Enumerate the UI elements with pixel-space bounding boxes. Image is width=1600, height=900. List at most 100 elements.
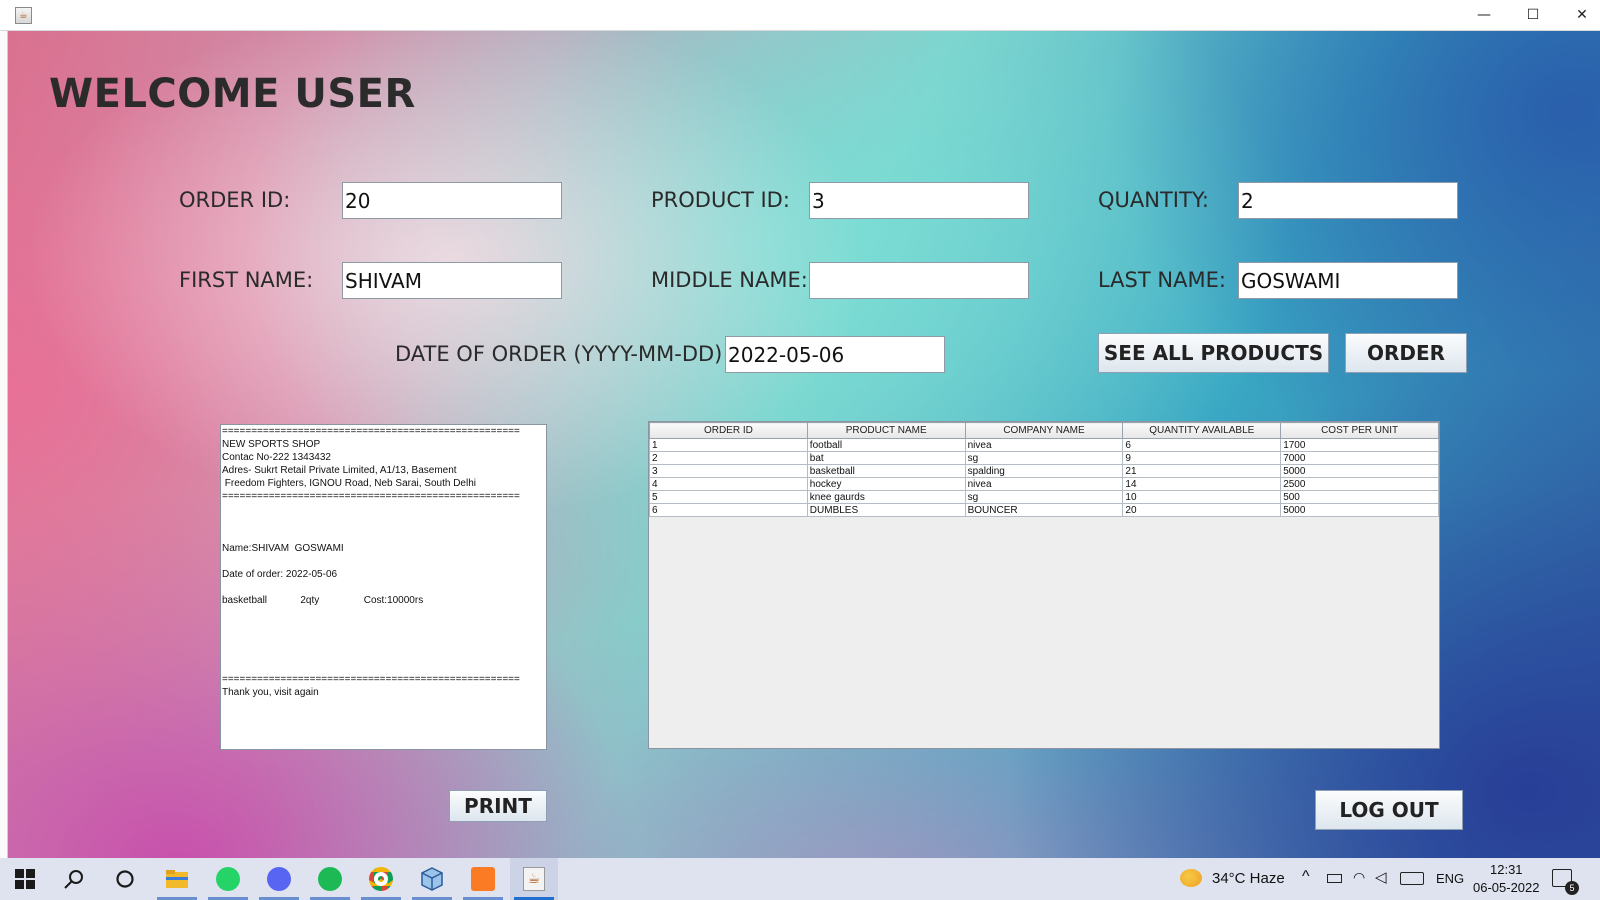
table-cell: nivea [964, 438, 1124, 452]
table-cell: basketball [806, 464, 966, 478]
column-header-quantity-available[interactable]: QUANTITY AVAILABLE [1122, 422, 1282, 439]
order-id-input[interactable] [342, 182, 562, 219]
chrome-button[interactable] [357, 858, 405, 900]
table-cell: spalding [964, 464, 1124, 478]
weather-text[interactable]: 34°C Haze [1212, 870, 1285, 887]
quantity-input[interactable] [1238, 182, 1458, 219]
minimize-button[interactable]: — [1460, 0, 1508, 31]
last-name-input[interactable] [1238, 262, 1458, 299]
order-form-panel: WELCOME USER ORDER ID: PRODUCT ID: QUANT… [8, 31, 1600, 858]
middle-name-label: MIDDLE NAME: [651, 268, 808, 292]
order-button[interactable]: ORDER [1345, 333, 1467, 373]
receipt-address-line2: Freedom Fighters, IGNOU Road, Neb Sarai,… [222, 478, 476, 489]
table-cell: 2500 [1280, 477, 1439, 491]
maximize-button[interactable]: ☐ [1509, 0, 1557, 31]
table-cell: 5000 [1280, 503, 1439, 517]
weather-icon [1180, 869, 1202, 887]
products-table[interactable]: ORDER ID PRODUCT NAME COMPANY NAME QUANT… [648, 421, 1440, 749]
virtualbox-button[interactable] [408, 858, 456, 900]
search-icon [64, 870, 83, 889]
receipt-address-line1: Adres- Sukrt Retail Private Limited, A1/… [222, 465, 457, 476]
battery-icon[interactable] [1327, 874, 1342, 883]
java-app-icon: ☕ [15, 7, 32, 24]
discord-button[interactable] [255, 858, 303, 900]
table-row[interactable]: 6 DUMBLES BOUNCER 20 5000 [649, 503, 1439, 517]
xampp-button[interactable] [459, 858, 507, 900]
table-cell: 7000 [1280, 451, 1439, 465]
table-cell: 6 [1122, 438, 1282, 452]
table-cell: 2 [649, 451, 808, 465]
receipt-textarea[interactable]: ========================================… [220, 424, 547, 750]
table-header-row: ORDER ID PRODUCT NAME COMPANY NAME QUANT… [649, 422, 1439, 439]
logout-button[interactable]: LOG OUT [1315, 790, 1463, 830]
table-cell: 20 [1122, 503, 1282, 517]
page-title: WELCOME USER [49, 71, 416, 117]
keyboard-icon[interactable] [1400, 872, 1424, 885]
table-row[interactable]: 4 hockey nivea 14 2500 [649, 477, 1439, 491]
table-cell: sg [964, 451, 1124, 465]
receipt-shop-name: NEW SPORTS SHOP [222, 439, 321, 450]
chrome-icon [369, 867, 393, 891]
table-cell: 5 [649, 490, 808, 504]
column-header-order-id[interactable]: ORDER ID [649, 422, 808, 439]
cube-icon [421, 867, 443, 891]
table-cell: DUMBLES [806, 503, 966, 517]
table-cell: 5000 [1280, 464, 1439, 478]
table-cell: 10 [1122, 490, 1282, 504]
receipt-separator: ========================================… [222, 491, 520, 502]
cortana-button[interactable] [101, 858, 149, 900]
table-cell: sg [964, 490, 1124, 504]
table-cell: nivea [964, 477, 1124, 491]
order-date-input[interactable] [725, 336, 945, 373]
order-date-label: DATE OF ORDER (YYYY-MM-DD) : [395, 342, 737, 366]
table-cell: 6 [649, 503, 808, 517]
receipt-order-date: Date of order: 2022-05-06 [222, 569, 338, 580]
java-app-button[interactable]: ☕ [510, 858, 558, 900]
clock-time[interactable]: 12:31 [1490, 862, 1523, 877]
clock-date[interactable]: 06-05-2022 [1473, 880, 1540, 895]
quantity-label: QUANTITY: [1098, 188, 1209, 212]
first-name-label: FIRST NAME: [179, 268, 314, 292]
table-row[interactable]: 2 bat sg 9 7000 [649, 451, 1439, 465]
notification-badge: 5 [1565, 881, 1579, 895]
volume-icon[interactable]: ◁ [1375, 868, 1387, 886]
windows-taskbar: ☕ 34°C Haze ^ ◠ ◁ ENG 12:31 06-05-2022 5 [0, 858, 1600, 900]
chevron-up-icon[interactable]: ^ [1302, 868, 1310, 886]
spotify-icon [318, 867, 342, 891]
product-id-label: PRODUCT ID: [651, 188, 790, 212]
file-explorer-button[interactable] [153, 858, 201, 900]
table-cell: 4 [649, 477, 808, 491]
cortana-icon [116, 870, 134, 888]
receipt-separator: ========================================… [222, 426, 520, 437]
search-button[interactable] [50, 858, 98, 900]
table-cell: 1700 [1280, 438, 1439, 452]
column-header-company-name[interactable]: COMPANY NAME [964, 422, 1124, 439]
table-row[interactable]: 5 knee gaurds sg 10 500 [649, 490, 1439, 504]
print-button[interactable]: PRINT [449, 790, 547, 822]
language-indicator[interactable]: ENG [1436, 871, 1464, 886]
start-button[interactable] [1, 858, 49, 900]
last-name-label: LAST NAME: [1098, 268, 1226, 292]
table-row[interactable]: 1 football nivea 6 1700 [649, 438, 1439, 452]
table-row[interactable]: 3 basketball spalding 21 5000 [649, 464, 1439, 478]
column-header-product-name[interactable]: PRODUCT NAME [806, 422, 966, 439]
column-header-cost-per-unit[interactable]: COST PER UNIT [1280, 422, 1439, 439]
order-id-label: ORDER ID: [179, 188, 291, 212]
table-cell: 21 [1122, 464, 1282, 478]
spotify-button[interactable] [306, 858, 354, 900]
receipt-contact: Contac No-222 1343432 [222, 452, 331, 463]
table-cell: knee gaurds [806, 490, 966, 504]
table-cell: 1 [649, 438, 808, 452]
close-button[interactable]: ✕ [1558, 0, 1600, 31]
first-name-input[interactable] [342, 262, 562, 299]
whatsapp-button[interactable] [204, 858, 252, 900]
receipt-thanks: Thank you, visit again [222, 687, 319, 698]
receipt-customer-name: Name:SHIVAM GOSWAMI [222, 543, 344, 554]
see-all-products-button[interactable]: SEE ALL PRODUCTS [1098, 333, 1329, 373]
folder-icon [166, 870, 188, 888]
middle-name-input[interactable] [809, 262, 1029, 299]
product-id-input[interactable] [809, 182, 1029, 219]
table-cell: 9 [1122, 451, 1282, 465]
receipt-item-line: basketball 2qty Cost:10000rs [222, 595, 424, 606]
wifi-icon[interactable]: ◠ [1353, 869, 1365, 886]
